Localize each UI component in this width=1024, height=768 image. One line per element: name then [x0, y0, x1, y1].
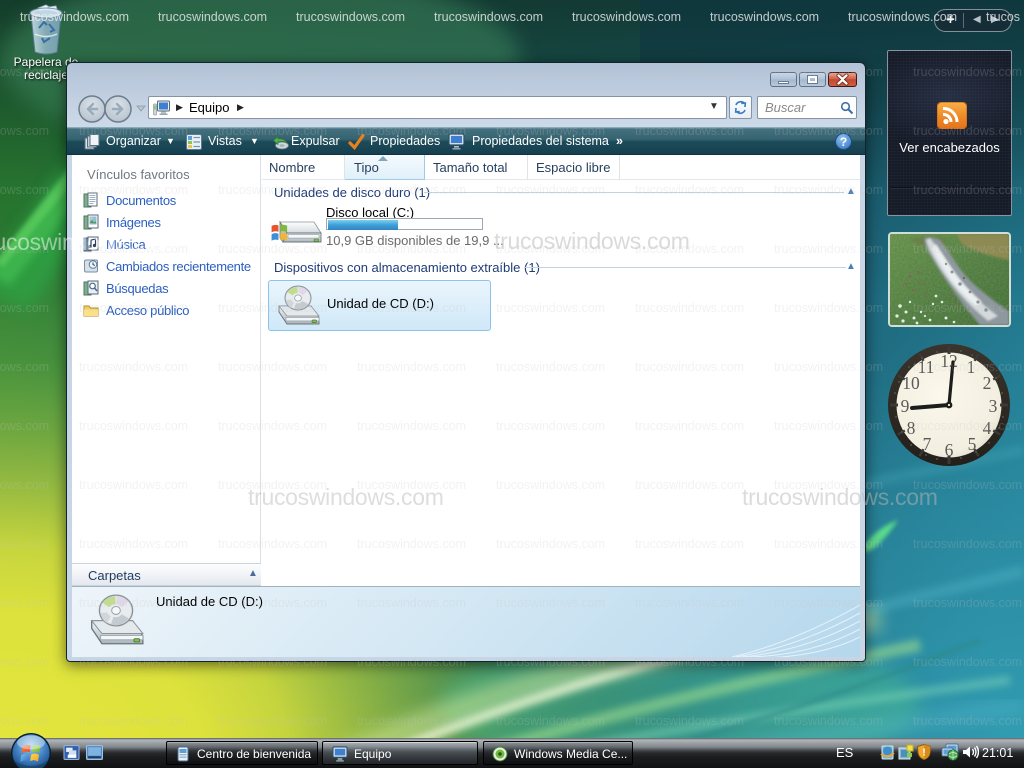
svg-text:4: 4 — [983, 418, 992, 438]
svg-text:9: 9 — [901, 396, 910, 416]
svg-text:3: 3 — [989, 396, 998, 416]
svg-text:8: 8 — [907, 418, 916, 438]
svg-text:2: 2 — [983, 373, 992, 393]
svg-text:!: ! — [922, 748, 925, 759]
svg-text:11: 11 — [918, 357, 935, 377]
svg-text:7: 7 — [923, 434, 932, 454]
